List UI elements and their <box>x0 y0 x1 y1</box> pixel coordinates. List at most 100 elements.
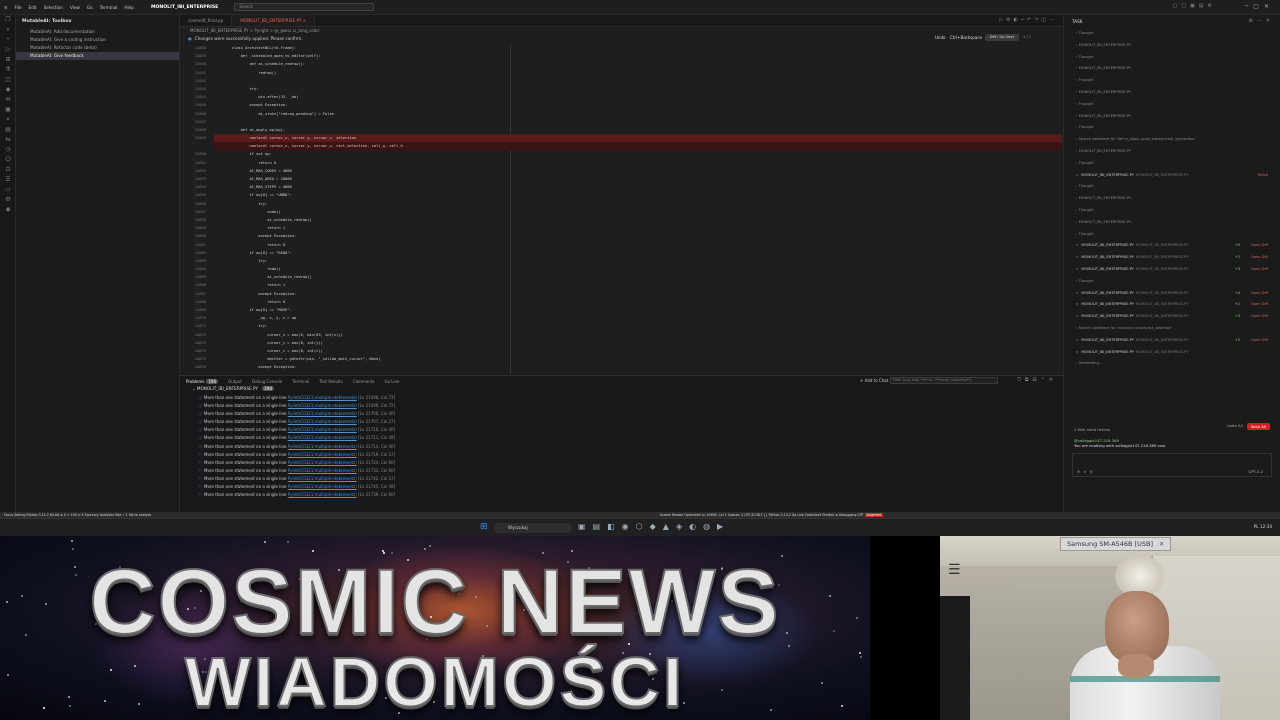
code-line[interactable]: if op[0] == "MOVE": <box>214 306 1062 314</box>
undo-button[interactable]: Undo <box>935 35 945 40</box>
taskbar-search[interactable]: Wyszukaj <box>494 523 572 533</box>
mutableai-icon[interactable]: ◆ <box>0 85 16 95</box>
keep-all-button[interactable]: Keep All <box>1246 423 1270 430</box>
open-diff-button[interactable]: Open Diff <box>1251 288 1268 300</box>
problem-row[interactable]: ⓘ More than one statement on a single lin… <box>180 491 1063 499</box>
code-lines[interactable]: class ArchitectBLL(tk.Frame): def _sched… <box>214 44 1062 374</box>
pin-icon[interactable]: ⌖ <box>0 115 16 125</box>
problem-row[interactable]: ⓘ More than one statement on a single lin… <box>180 459 1063 467</box>
sidebar-item-feedback[interactable]: MutableAI: Give feedback <box>16 52 179 60</box>
remote-icon[interactable]: ◫ <box>0 75 16 85</box>
code-line[interactable]: return 1 <box>214 224 1062 232</box>
code-line[interactable]: try: <box>214 257 1062 265</box>
chat-file-row[interactable]: ⟡ MONOLIT_IBI_ENTERPRISE.PY MONOLIT_IBI_EN… <box>1064 252 1280 264</box>
chat-step-row[interactable]: › Thought <box>1064 52 1280 64</box>
hamburger-menu-icon[interactable]: ☰ <box>948 562 961 578</box>
tab-output[interactable]: Output <box>228 379 242 384</box>
status-right-text[interactable]: Screen Reader Optimized Ln 10658, Col 1 … <box>660 513 865 517</box>
chat-step-row[interactable]: › MONOLIT_IBI_ENTERPRISE.PY <box>1064 40 1280 52</box>
problem-row[interactable]: ⓘ More than one statement on a single lin… <box>180 394 1063 402</box>
problem-rule-link[interactable]: Pylint(C0321:multiple-statements) <box>288 484 357 489</box>
tab-monolit-enterprise[interactable]: MONOLIT_IBI_ENTERPRISE.PY × <box>232 15 316 26</box>
code-line[interactable]: except Exception: <box>214 363 1062 371</box>
chat-step-row[interactable]: › Thought <box>1064 276 1280 288</box>
code-line[interactable]: try: <box>214 85 1062 93</box>
chat-file-row[interactable]: ⟡ MONOLIT_IBI_ENTERPRISE.PY MONOLIT_IBI_EN… <box>1064 170 1280 182</box>
open-diff-button[interactable]: Open Diff <box>1251 252 1268 264</box>
problem-row[interactable]: ⓘ More than one statement on a single lin… <box>180 402 1063 410</box>
chat-step-row[interactable]: › MONOLIT_IBI_ENTERPRISE.PY <box>1064 146 1280 158</box>
code-line[interactable]: def _scheduled_open_to_editor(self): <box>214 52 1062 60</box>
account-icon[interactable]: ◉ <box>0 205 16 215</box>
tab-test-results[interactable]: Test Results <box>319 379 343 384</box>
code-line[interactable]: return 0 <box>214 298 1062 306</box>
search-icon[interactable]: ⌕ <box>0 25 16 35</box>
settings-gear-icon[interactable]: ⚙ <box>0 195 16 205</box>
code-line[interactable]: except Exception: <box>214 101 1062 109</box>
chat-step-row[interactable]: › Thought <box>1064 229 1280 241</box>
problem-rule-link[interactable]: Pylint(C0321:multiple-statements) <box>288 444 357 449</box>
problems-file-group[interactable]: ⌄ MONOLIT_IBI_ENTERPRISE.PY 194 <box>180 386 1063 394</box>
problem-row[interactable]: ⓘ More than one statement on a single lin… <box>180 483 1063 491</box>
problem-row[interactable]: ⓘ More than one statement on a single lin… <box>180 434 1063 442</box>
chat-step-row[interactable]: › Thought <box>1064 158 1280 170</box>
chat-step-row[interactable]: › Thought <box>1064 99 1280 111</box>
terminal-icon[interactable]: ▭ <box>0 185 16 195</box>
app-icon[interactable]: ≡ <box>4 5 8 10</box>
list-icon[interactable]: ☰ <box>0 175 16 185</box>
close-icon[interactable]: ✕ <box>1159 540 1164 548</box>
code-line[interactable]: undo() <box>214 208 1062 216</box>
sidebar-item-add-documentation[interactable]: MutableAI: Add documentation <box>16 28 179 36</box>
open-diff-button[interactable]: Failed <box>1258 170 1268 182</box>
code-line[interactable]: nonlocal cursor_x, cursor_y, cursor_c, r… <box>214 142 1062 151</box>
code-line[interactable]: cursor_y = max(0, int(y)) <box>214 339 1062 347</box>
problem-row[interactable]: ⓘ More than one statement on a single lin… <box>180 418 1063 426</box>
chat-step-row[interactable]: › Thought <box>1064 28 1280 40</box>
command-search[interactable]: Search <box>234 3 375 11</box>
chat-file-row[interactable]: ⟡ MONOLIT_IBI_ENTERPRISE.PY MONOLIT_IBI_EN… <box>1064 335 1280 347</box>
layout-icons[interactable]: ▢▢▣▤⚙ <box>1173 3 1216 9</box>
chat-header-icons[interactable]: ⊕⋯✕ <box>1249 18 1274 24</box>
menu-go[interactable]: Go <box>87 5 93 10</box>
tab-debug-console[interactable]: Debug Console <box>252 379 282 384</box>
tab-comments[interactable]: Comments <box>353 379 375 384</box>
editor-action-icons[interactable]: ▷⚙◐⑂↶↷◫⋯ <box>993 15 1063 26</box>
problem-rule-link[interactable]: Pylint(C0321:multiple-statements) <box>288 427 357 432</box>
sidebar-item-refactor[interactable]: MutableAI: Refactor code (beta) <box>16 44 179 52</box>
live-share-icon[interactable]: ⇆ <box>0 135 16 145</box>
extensions-icon[interactable]: ⊞ <box>0 55 16 65</box>
chat-step-row[interactable]: › MONOLIT_IBI_ENTERPRISE.PY <box>1064 111 1280 123</box>
chat-step-row[interactable]: › MONOLIT_IBI_ENTERPRISE.PY <box>1064 87 1280 99</box>
code-line[interactable]: if op[0] == "REDO": <box>214 249 1062 257</box>
problem-rule-link[interactable]: Pylint(C0321:multiple-statements) <box>288 435 357 440</box>
code-line[interactable]: redraw() <box>214 69 1062 77</box>
windows-start-icon[interactable]: ⊞ <box>480 523 489 532</box>
chat-file-row[interactable]: ⟡ MONOLIT_IBI_ENTERPRISE.PY MONOLIT_IBI_EN… <box>1064 311 1280 323</box>
problem-row[interactable]: ⓘ More than one statement on a single lin… <box>180 410 1063 418</box>
code-line[interactable]: ai_schedule_redraw() <box>214 273 1062 281</box>
problem-rule-link[interactable]: Pylint(C0321:multiple-statements) <box>288 419 357 424</box>
chat-file-row[interactable]: ⟡ MONOLIT_IBI_ENTERPRISE.PY MONOLIT_IBI_EN… <box>1064 299 1280 311</box>
code-line[interactable]: try: <box>214 322 1062 330</box>
model-selector[interactable]: GPT-5.2 <box>1248 469 1263 474</box>
code-line[interactable]: return 0 <box>214 159 1062 167</box>
status-left[interactable]: Focus Setting Python 3.14.2 64-bit ⊗ 0 ⚠… <box>4 513 151 517</box>
breadcrumb[interactable]: MONOLIT_IBI_ENTERPRISE.PY > Pyright > @_… <box>180 27 1063 35</box>
status-accent-badge[interactable]: Augment <box>864 513 884 517</box>
menu-terminal[interactable]: Terminal <box>100 5 118 10</box>
problem-row[interactable]: ⓘ More than one statement on a single lin… <box>180 451 1063 459</box>
chat-step-row[interactable]: › MONOLIT_IBI_ENTERPRISE.PY <box>1064 193 1280 205</box>
code-line[interactable]: def ai_schedule_redraw(): <box>214 60 1062 68</box>
chat-file-row[interactable]: ⟡ MONOLIT_IBI_ENTERPRISE.PY MONOLIT_IBI_EN… <box>1064 240 1280 252</box>
menu-selection[interactable]: Selection <box>44 5 63 10</box>
menu-view[interactable]: View <box>70 5 80 10</box>
open-diff-button[interactable]: Open Diff <box>1251 240 1268 252</box>
code-line[interactable]: ai_state["redraw_pending"] = False <box>214 110 1062 118</box>
testing-icon[interactable]: ⚗ <box>0 65 16 75</box>
code-line[interactable]: ai_schedule_redraw() <box>214 216 1062 224</box>
code-line[interactable]: AI_MAX_AREA = 20000 <box>214 175 1062 183</box>
code-line[interactable] <box>214 118 1062 126</box>
code-line[interactable]: nonlocal cursor_x, cursor_y, cursor_c, s… <box>214 134 1062 143</box>
book-icon[interactable]: ▤ <box>0 125 16 135</box>
sidebar-item-coding-instruction[interactable]: MutableAI: Give a coding instruction <box>16 36 179 44</box>
